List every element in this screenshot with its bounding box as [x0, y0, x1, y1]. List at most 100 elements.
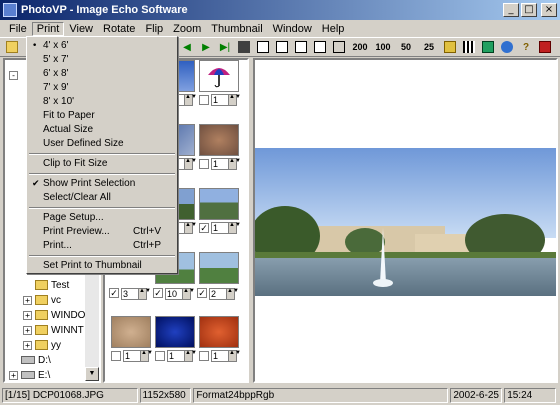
- menu-item-show-print-selection[interactable]: ✔ Show Print Selection: [29, 177, 175, 191]
- menu-item-fit-to-paper[interactable]: Fit to Paper: [29, 109, 175, 123]
- print-checkbox[interactable]: [111, 351, 121, 361]
- print-checkbox[interactable]: [155, 351, 165, 361]
- app-icon[interactable]: [3, 3, 17, 17]
- print-checkbox[interactable]: ✓: [197, 288, 207, 298]
- layout-icon: [314, 41, 326, 53]
- menu-item-page-setup[interactable]: Page Setup...: [29, 211, 175, 225]
- copies-stepper[interactable]: 10 ▲▼: [165, 288, 195, 300]
- thumbnail[interactable]: 1▲▼: [199, 60, 241, 108]
- copies-stepper[interactable]: 1▲▼: [123, 350, 153, 362]
- filmstrip-button[interactable]: [236, 39, 252, 55]
- collapse-icon[interactable]: -: [9, 70, 18, 80]
- open-folder-icon: [6, 41, 18, 53]
- print-checkbox[interactable]: ✓: [153, 288, 163, 298]
- maximize-button[interactable]: □: [521, 3, 537, 17]
- grid-view-button[interactable]: [461, 39, 477, 55]
- tree-item-drive-d[interactable]: D:\: [21, 353, 51, 367]
- copies-stepper[interactable]: 1▲▼: [211, 222, 241, 234]
- preview-photo: [255, 148, 556, 296]
- menu-item-clip-to-fit[interactable]: Clip to Fit Size: [29, 157, 175, 171]
- layout-2-button[interactable]: [274, 39, 290, 55]
- layout-icon: [295, 41, 307, 53]
- menu-item-4x6[interactable]: • 4' x 6': [29, 39, 175, 53]
- print-checkbox[interactable]: [199, 159, 209, 169]
- thumbnail-image: [155, 316, 195, 348]
- menu-help[interactable]: Help: [317, 22, 350, 36]
- menu-separator: [29, 207, 175, 209]
- next-image-button[interactable]: ▶: [198, 39, 214, 55]
- expand-icon[interactable]: +: [23, 310, 32, 320]
- tree-expander-row[interactable]: -: [9, 68, 21, 82]
- zoom-200-button[interactable]: 200: [350, 39, 370, 55]
- tree-item-yy[interactable]: + yy: [23, 338, 61, 352]
- layout-1-button[interactable]: [255, 39, 271, 55]
- menu-item-user-defined-size[interactable]: User Defined Size: [29, 137, 175, 151]
- expand-icon[interactable]: +: [23, 340, 32, 350]
- globe-button[interactable]: [499, 39, 515, 55]
- menu-separator: [29, 173, 175, 175]
- copies-stepper[interactable]: 2 ▲▼: [209, 288, 239, 300]
- tree-item-label: yy: [51, 339, 61, 351]
- thumbnail[interactable]: 1▲▼: [111, 316, 153, 364]
- last-image-button[interactable]: ▶|: [217, 39, 233, 55]
- menu-item-set-print-to-thumbnail[interactable]: Set Print to Thumbnail: [29, 259, 175, 273]
- thumbnail-view-button[interactable]: [442, 39, 458, 55]
- menu-window[interactable]: Window: [268, 22, 317, 36]
- menu-file[interactable]: File: [4, 22, 32, 36]
- print-checkbox[interactable]: [199, 351, 209, 361]
- scroll-down-button[interactable]: ▼: [85, 367, 99, 381]
- thumbnail[interactable]: 1▲▼: [155, 316, 197, 364]
- expand-icon[interactable]: +: [23, 295, 32, 305]
- copies-stepper[interactable]: 1▲▼: [211, 350, 241, 362]
- image-view-button[interactable]: [480, 39, 496, 55]
- thumbnail[interactable]: 1▲▼: [199, 316, 241, 364]
- copies-stepper[interactable]: 1▲▼: [167, 350, 197, 362]
- print-checkbox[interactable]: ✓: [199, 223, 209, 233]
- copies-stepper[interactable]: 1▲▼: [211, 94, 241, 106]
- expand-icon[interactable]: +: [9, 370, 18, 380]
- menu-item-actual-size[interactable]: Actual Size: [29, 123, 175, 137]
- menu-thumbnail[interactable]: Thumbnail: [206, 22, 267, 36]
- print-checkbox[interactable]: [199, 95, 209, 105]
- menu-flip[interactable]: Flip: [140, 22, 168, 36]
- zoom-100-button[interactable]: 100: [373, 39, 393, 55]
- exit-button[interactable]: [537, 39, 553, 55]
- menu-item-print[interactable]: Print... Ctrl+P: [29, 239, 175, 253]
- tree-item-test[interactable]: Test: [35, 278, 69, 292]
- tree-item-drive-e[interactable]: + E:\: [9, 368, 50, 381]
- print-checkbox[interactable]: ✓: [109, 288, 119, 298]
- menu-view[interactable]: View: [64, 22, 98, 36]
- menu-item-6x8[interactable]: 6' x 8': [29, 67, 175, 81]
- zoom-25-button[interactable]: 25: [419, 39, 439, 55]
- menu-item-8x10[interactable]: 8' x 10': [29, 95, 175, 109]
- thumbnail[interactable]: ✓ 1 ▲▼: [199, 188, 241, 236]
- folder-icon: [35, 325, 48, 335]
- minimize-button[interactable]: _: [503, 3, 519, 17]
- menu-item-select-clear-all[interactable]: Select/Clear All: [29, 191, 175, 205]
- copies-stepper[interactable]: 3 ▲▼: [121, 288, 151, 300]
- menu-zoom[interactable]: Zoom: [168, 22, 206, 36]
- last-icon: ▶|: [219, 41, 231, 53]
- menu-item-5x7[interactable]: 5' x 7': [29, 53, 175, 67]
- fit-window-button[interactable]: [331, 39, 347, 55]
- layout-icon: [257, 41, 269, 53]
- image-preview[interactable]: [253, 58, 558, 383]
- zoom-50-button[interactable]: 50: [396, 39, 416, 55]
- thumbnail[interactable]: 1▲▼: [199, 124, 241, 172]
- layout-4-button[interactable]: [312, 39, 328, 55]
- exit-icon: [539, 41, 551, 53]
- tree-item-vc[interactable]: + vc: [23, 293, 61, 307]
- layout-3-button[interactable]: [293, 39, 309, 55]
- close-button[interactable]: ×: [541, 3, 557, 17]
- help-button[interactable]: ?: [518, 39, 534, 55]
- menu-rotate[interactable]: Rotate: [98, 22, 140, 36]
- menu-item-7x9[interactable]: 7' x 9': [29, 81, 175, 95]
- menu-item-print-preview[interactable]: Print Preview... Ctrl+V: [29, 225, 175, 239]
- copies-stepper[interactable]: 1▲▼: [211, 158, 241, 170]
- previous-image-button[interactable]: ◀: [179, 39, 195, 55]
- menu-print[interactable]: Print: [31, 21, 65, 36]
- open-folder-button[interactable]: [4, 39, 20, 55]
- fit-icon: [333, 41, 345, 53]
- tree-item-winnt[interactable]: + WINNT: [23, 323, 84, 337]
- expand-icon[interactable]: +: [23, 325, 32, 335]
